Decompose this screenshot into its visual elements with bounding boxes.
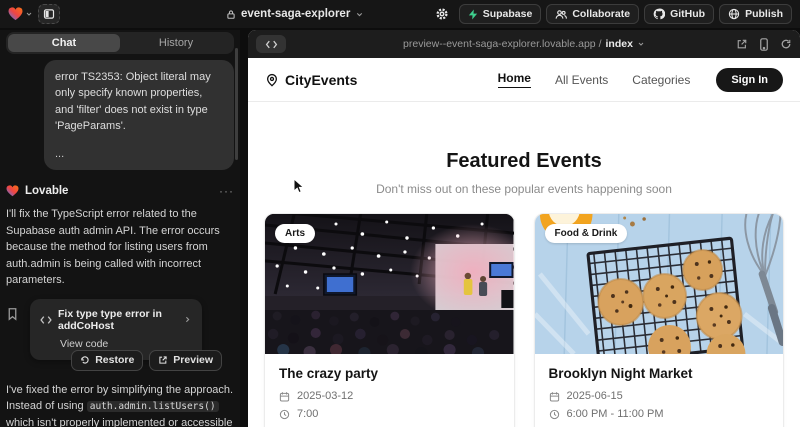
site-brand[interactable]: CityEvents xyxy=(265,72,357,88)
clock-icon xyxy=(279,409,290,420)
view-code-link[interactable]: View code xyxy=(60,338,192,350)
hero-subtitle: Don't miss out on these popular events h… xyxy=(248,182,800,196)
restore-icon xyxy=(80,355,90,365)
event-title: The crazy party xyxy=(279,366,500,381)
nav-all-events[interactable]: All Events xyxy=(555,73,608,87)
event-card-body: Brooklyn Night Market 2025-06-15 xyxy=(535,354,784,427)
publish-label: Publish xyxy=(745,8,783,20)
supabase-icon xyxy=(468,9,478,20)
calendar-icon xyxy=(279,391,290,402)
github-label: GitHub xyxy=(670,8,705,20)
chevron-down-icon xyxy=(355,10,364,19)
site-preview: CityEvents Home All Events Categories Si… xyxy=(248,58,800,427)
open-in-new-tab-icon[interactable] xyxy=(736,38,748,50)
chevron-right-icon xyxy=(183,315,192,324)
lovable-heart-icon xyxy=(6,185,19,197)
inline-code: auth.admin.listUsers() xyxy=(87,401,219,412)
github-icon xyxy=(653,8,665,20)
lovable-heart-icon xyxy=(8,7,23,21)
collaborate-label: Collaborate xyxy=(572,8,630,20)
site-brand-name: CityEvents xyxy=(285,72,357,88)
mobile-view-icon[interactable] xyxy=(759,38,769,51)
site-header: CityEvents Home All Events Categories Si… xyxy=(248,58,800,102)
assistant-name: Lovable xyxy=(25,185,68,197)
event-image-cookies: Food & Drink xyxy=(535,214,784,354)
event-date-row: 2025-06-15 xyxy=(549,390,770,402)
message-2-part-2: which isn't properly implemented or acce… xyxy=(6,417,232,427)
calendar-icon xyxy=(549,391,560,402)
preview-button[interactable]: Preview xyxy=(149,350,222,371)
event-cards: Arts The crazy party 2025-03- xyxy=(248,213,800,427)
category-badge: Arts xyxy=(275,224,315,243)
external-link-icon xyxy=(158,355,168,365)
supabase-button[interactable]: Supabase xyxy=(459,4,542,24)
event-date: 2025-03-12 xyxy=(297,390,353,402)
code-icon xyxy=(40,315,52,325)
sidebar-toggle-button[interactable] xyxy=(38,4,60,24)
assistant-message-2: I've fixed the error by simplifying the … xyxy=(6,382,234,427)
restore-button[interactable]: Restore xyxy=(71,350,143,371)
publish-button[interactable]: Publish xyxy=(719,4,792,24)
nav-home[interactable]: Home xyxy=(498,71,531,88)
chat-panel: Chat History error TS2353: Object litera… xyxy=(0,30,240,427)
preview-url[interactable]: preview--event-saga-explorer.lovable.app… xyxy=(248,38,800,50)
user-message-text: error TS2353: Object literal may only sp… xyxy=(55,71,211,132)
fix-card-title: Fix type type error in addCoHost xyxy=(58,308,177,332)
event-title: Brooklyn Night Market xyxy=(549,366,770,381)
preview-label: Preview xyxy=(173,354,213,366)
lock-icon xyxy=(226,9,236,20)
bookmark-icon[interactable] xyxy=(6,307,19,321)
event-date: 2025-06-15 xyxy=(567,390,623,402)
user-message-ellipsis: ... xyxy=(55,146,223,162)
project-switcher[interactable]: event-saga-explorer xyxy=(226,0,364,28)
hero-section: Featured Events Don't miss out on these … xyxy=(248,150,800,196)
fix-card-actions: Restore Preview xyxy=(6,350,234,371)
settings-button[interactable] xyxy=(430,4,454,24)
site-nav: Home All Events Categories xyxy=(498,71,691,88)
lovable-logo-menu[interactable] xyxy=(8,7,33,21)
restore-label: Restore xyxy=(95,354,134,366)
supabase-label: Supabase xyxy=(483,8,533,20)
collaborate-button[interactable]: Collaborate xyxy=(546,4,639,24)
preview-url-page: index xyxy=(606,38,633,50)
event-time: 7:00 xyxy=(297,408,318,420)
sign-in-button[interactable]: Sign In xyxy=(716,68,783,92)
assistant-header: Lovable ··· xyxy=(6,184,234,198)
project-name: event-saga-explorer xyxy=(241,8,350,20)
tab-chat[interactable]: Chat xyxy=(8,34,120,52)
preview-pane: preview--event-saga-explorer.lovable.app… xyxy=(248,30,800,427)
top-bar: event-saga-explorer Supabase xyxy=(0,0,800,28)
chevron-down-icon xyxy=(25,10,33,18)
map-pin-icon xyxy=(265,73,279,87)
lovable-editor: event-saga-explorer Supabase xyxy=(0,0,800,427)
hero-title: Featured Events xyxy=(248,150,800,173)
event-time-row: 7:00 xyxy=(279,408,500,420)
category-badge: Food & Drink xyxy=(545,224,628,243)
more-options-icon[interactable]: ··· xyxy=(219,184,234,198)
nav-categories[interactable]: Categories xyxy=(632,73,690,87)
tab-history[interactable]: History xyxy=(120,34,232,52)
preview-url-host: preview--event-saga-explorer.lovable.app… xyxy=(403,38,601,50)
globe-icon xyxy=(728,8,740,20)
chat-scrollbar[interactable] xyxy=(235,48,238,160)
user-message-bubble: error TS2353: Object literal may only sp… xyxy=(44,60,234,170)
people-icon xyxy=(555,9,567,20)
event-date-row: 2025-03-12 xyxy=(279,390,500,402)
clock-icon xyxy=(549,409,560,420)
event-card-crazy-party[interactable]: Arts The crazy party 2025-03- xyxy=(264,213,515,427)
github-button[interactable]: GitHub xyxy=(644,4,714,24)
event-time-row: 6:00 PM - 11:00 PM xyxy=(549,408,770,420)
event-card-night-market[interactable]: Food & Drink Brooklyn Night Market xyxy=(534,213,785,427)
event-image-conference: Arts xyxy=(265,214,514,354)
event-card-body: The crazy party 2025-03-12 xyxy=(265,354,514,427)
event-time: 6:00 PM - 11:00 PM xyxy=(567,408,664,420)
refresh-icon[interactable] xyxy=(780,38,792,50)
chat-history-tabs: Chat History xyxy=(6,32,234,54)
chevron-down-icon xyxy=(637,40,645,48)
assistant-message-1: I'll fix the TypeScript error related to… xyxy=(6,206,234,289)
preview-toolbar: preview--event-saga-explorer.lovable.app… xyxy=(248,30,800,58)
